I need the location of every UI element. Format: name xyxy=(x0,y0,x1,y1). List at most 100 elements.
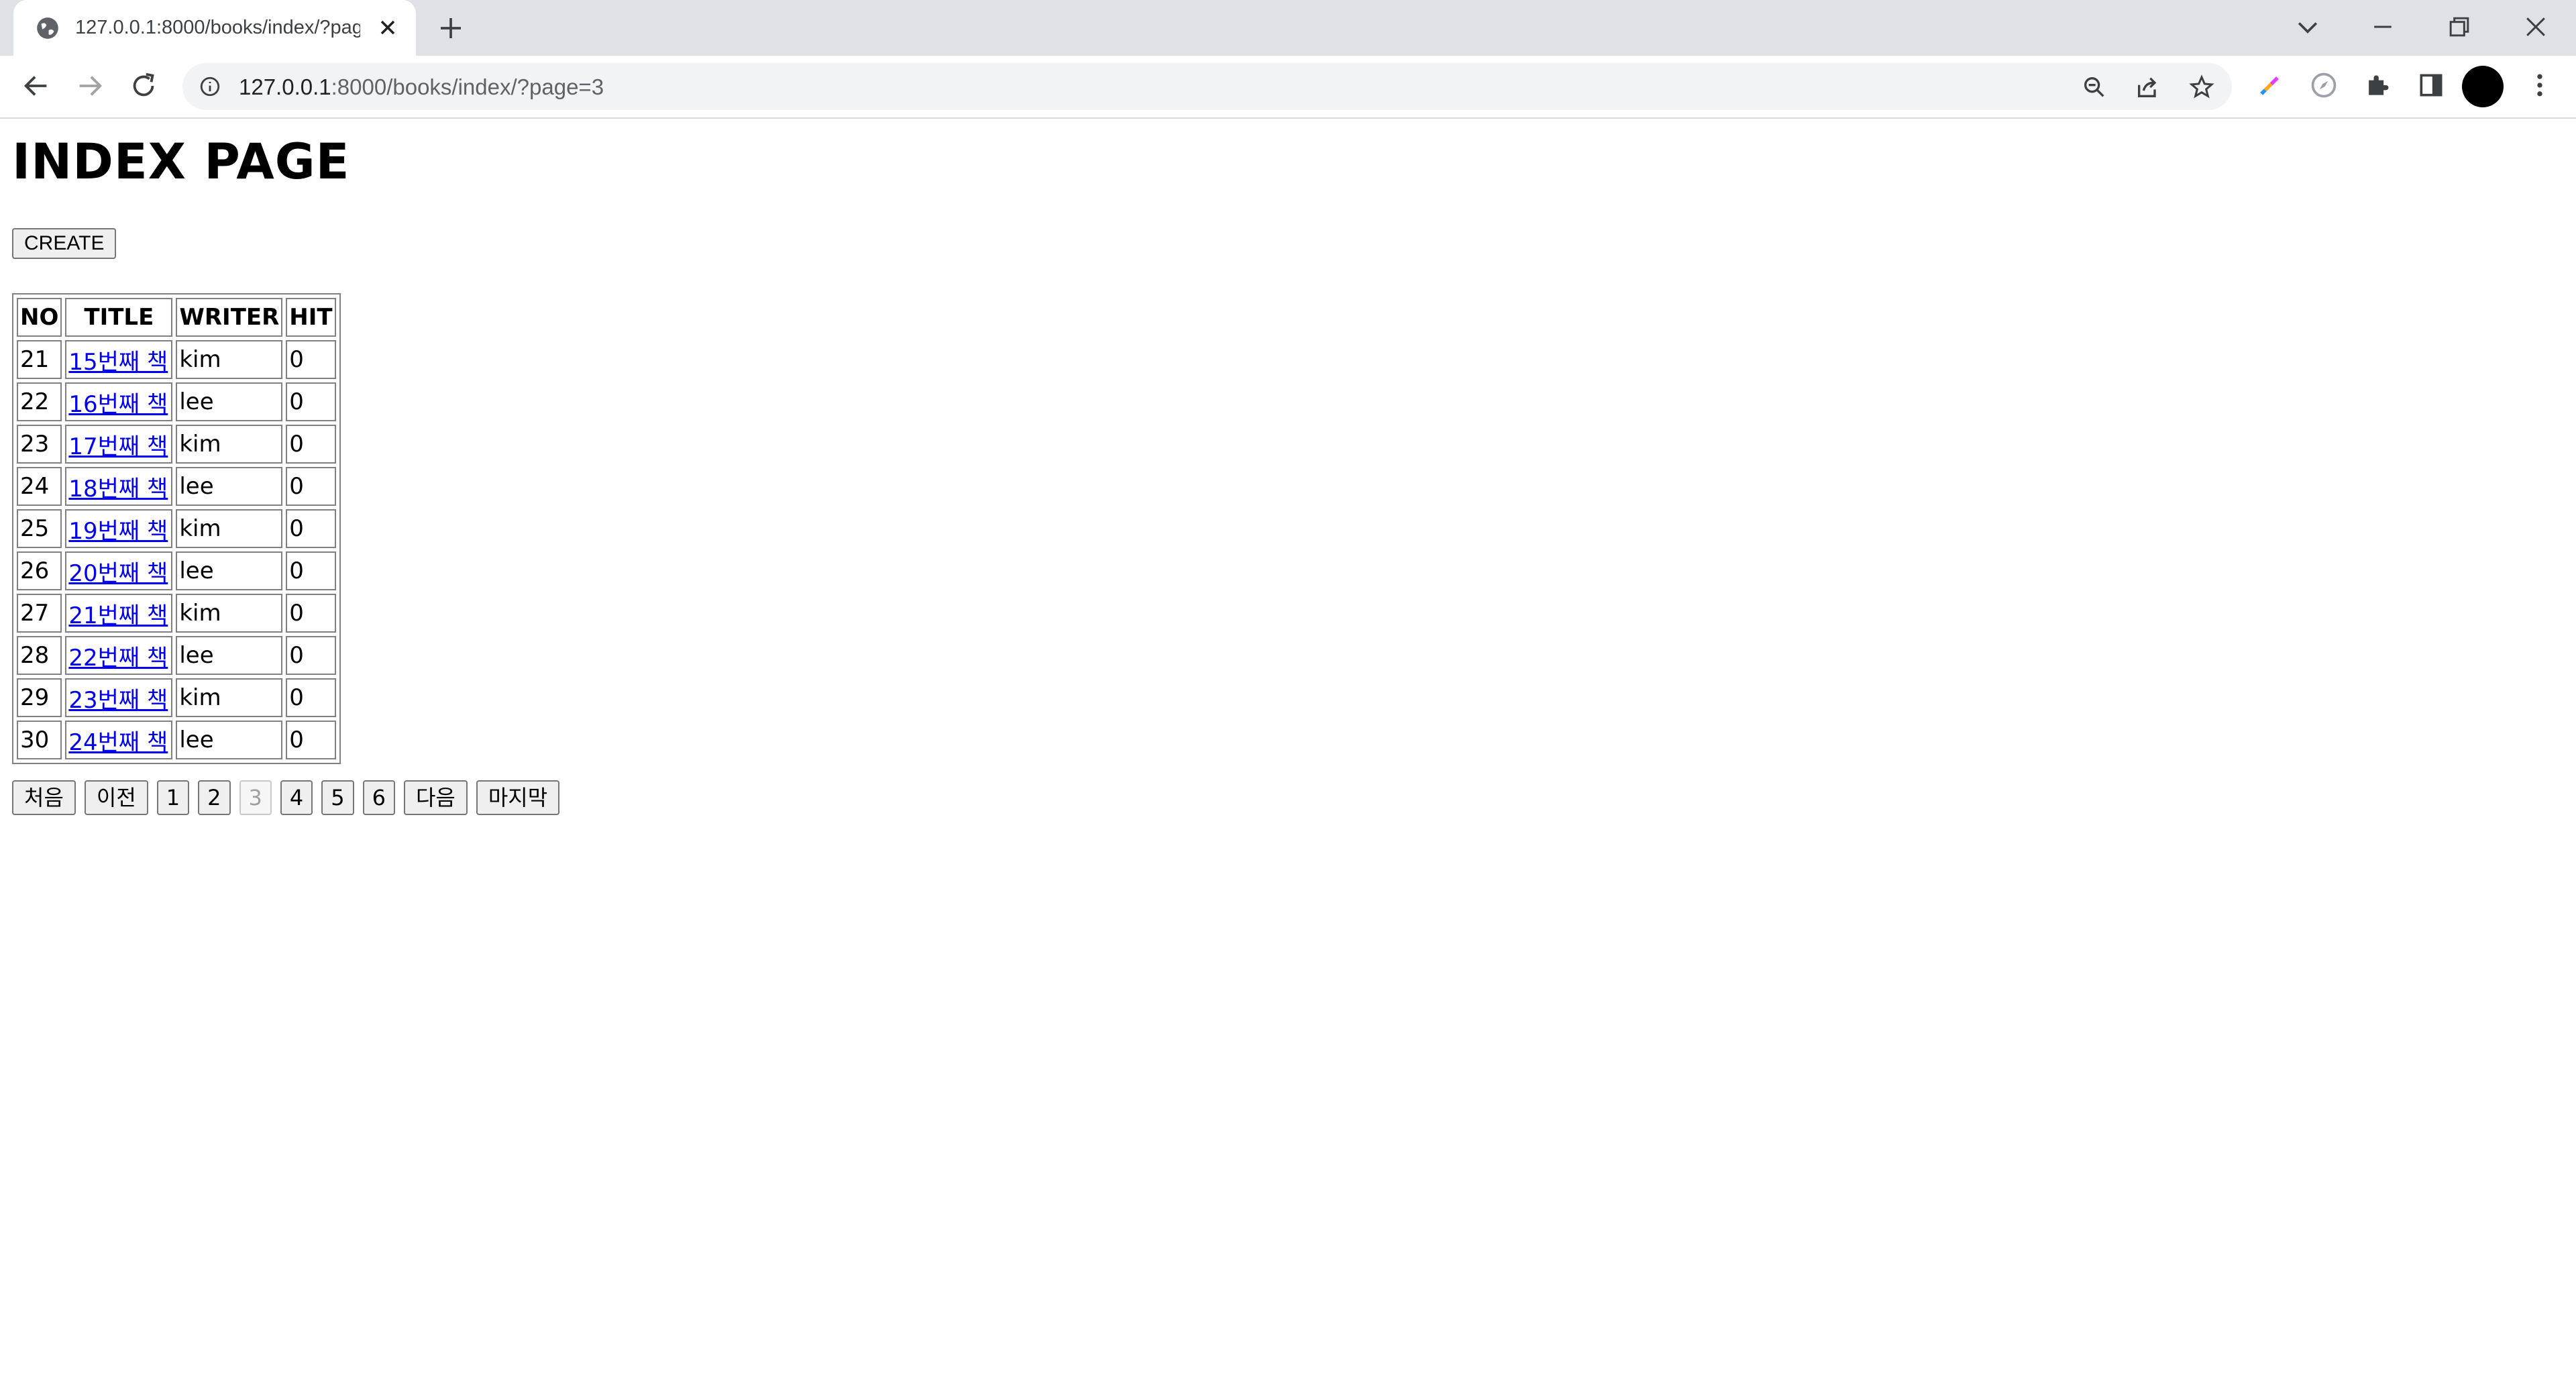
cell-writer: kim xyxy=(176,594,283,633)
last-page-button[interactable]: 마지막 xyxy=(476,780,560,815)
cell-title: 18번째 책 xyxy=(65,467,173,506)
table-row: 30 24번째 책 lee 0 xyxy=(17,721,336,759)
book-title-link[interactable]: 15번째 책 xyxy=(68,349,168,376)
column-header-no: NO xyxy=(17,298,62,337)
create-button[interactable]: CREATE xyxy=(12,228,117,259)
cell-writer: lee xyxy=(176,551,283,590)
cell-no: 26 xyxy=(17,551,62,590)
url-text[interactable]: 127.0.0.1:8000/books/index/?page=3 xyxy=(239,74,604,100)
side-panel-icon[interactable] xyxy=(2416,70,2446,100)
table-row: 26 20번째 책 lee 0 xyxy=(17,551,336,590)
cell-no: 22 xyxy=(17,382,62,421)
cell-hit: 0 xyxy=(286,425,336,464)
close-icon[interactable] xyxy=(376,15,400,40)
page-button-1[interactable]: 1 xyxy=(156,780,190,815)
column-header-writer: WRITER xyxy=(176,298,283,337)
info-icon[interactable] xyxy=(199,75,221,98)
books-table: NO TITLE WRITER HIT 21 15번째 책 kim 0 22 1… xyxy=(12,293,341,764)
cell-hit: 0 xyxy=(286,721,336,759)
page-button-6[interactable]: 6 xyxy=(362,780,395,815)
cell-no: 27 xyxy=(17,594,62,633)
book-title-link[interactable]: 21번째 책 xyxy=(68,602,168,629)
cell-writer: kim xyxy=(176,425,283,464)
cell-no: 25 xyxy=(17,509,62,548)
table-row: 23 17번째 책 kim 0 xyxy=(17,425,336,464)
star-icon[interactable] xyxy=(2188,74,2215,101)
book-title-link[interactable]: 20번째 책 xyxy=(68,560,168,587)
table-header-row: NO TITLE WRITER HIT xyxy=(17,298,336,337)
prev-page-button[interactable]: 이전 xyxy=(84,780,148,815)
page-content: INDEX PAGE CREATE NO TITLE WRITER HIT 21… xyxy=(0,119,2576,1382)
cell-title: 22번째 책 xyxy=(65,636,173,675)
cell-hit: 0 xyxy=(286,636,336,675)
close-window-icon[interactable] xyxy=(2521,12,2551,42)
color-picker-extension-icon[interactable] xyxy=(2255,70,2285,100)
column-header-hit: HIT xyxy=(286,298,336,337)
cell-title: 15번째 책 xyxy=(65,340,173,379)
page-title: INDEX PAGE xyxy=(12,134,350,191)
book-title-link[interactable]: 24번째 책 xyxy=(68,729,168,756)
plus-icon[interactable] xyxy=(437,15,464,42)
cell-title: 17번째 책 xyxy=(65,425,173,464)
cell-hit: 0 xyxy=(286,382,336,421)
zoom-icon[interactable] xyxy=(2081,74,2108,101)
page-button-4[interactable]: 4 xyxy=(280,780,313,815)
book-title-link[interactable]: 19번째 책 xyxy=(68,518,168,545)
reload-icon[interactable] xyxy=(128,70,159,101)
profile-avatar[interactable] xyxy=(2462,66,2504,107)
table-row: 27 21번째 책 kim 0 xyxy=(17,594,336,633)
page-button-current: 3 xyxy=(239,780,272,815)
first-page-button[interactable]: 처음 xyxy=(12,780,76,815)
tab-title: 127.0.0.1:8000/books/index/?page=3 xyxy=(75,17,360,38)
book-title-link[interactable]: 23번째 책 xyxy=(68,687,168,714)
cell-no: 28 xyxy=(17,636,62,675)
cell-writer: lee xyxy=(176,382,283,421)
book-title-link[interactable]: 17번째 책 xyxy=(68,433,168,460)
cell-hit: 0 xyxy=(286,340,336,379)
cell-hit: 0 xyxy=(286,551,336,590)
table-row: 25 19번째 책 kim 0 xyxy=(17,509,336,548)
table-row: 21 15번째 책 kim 0 xyxy=(17,340,336,379)
page-button-5[interactable]: 5 xyxy=(321,780,354,815)
tab-strip: 127.0.0.1:8000/books/index/?page=3 xyxy=(0,0,2576,56)
cell-title: 24번째 책 xyxy=(65,721,173,759)
cell-title: 19번째 책 xyxy=(65,509,173,548)
cell-hit: 0 xyxy=(286,678,336,717)
active-tab[interactable]: 127.0.0.1:8000/books/index/?page=3 xyxy=(13,0,416,56)
table-row: 22 16번째 책 lee 0 xyxy=(17,382,336,421)
table-row: 24 18번째 책 lee 0 xyxy=(17,467,336,506)
chevron-down-icon[interactable] xyxy=(2293,12,2322,42)
puzzle-icon[interactable] xyxy=(2363,70,2392,100)
compass-extension-icon[interactable] xyxy=(2309,70,2339,100)
cell-title: 20번째 책 xyxy=(65,551,173,590)
book-title-link[interactable]: 16번째 책 xyxy=(68,391,168,418)
cell-writer: kim xyxy=(176,509,283,548)
cell-hit: 0 xyxy=(286,467,336,506)
arrow-right-icon[interactable] xyxy=(74,70,105,101)
cell-writer: lee xyxy=(176,636,283,675)
next-page-button[interactable]: 다음 xyxy=(403,780,468,815)
share-icon[interactable] xyxy=(2135,74,2161,101)
restore-icon[interactable] xyxy=(2445,12,2474,42)
cell-no: 21 xyxy=(17,340,62,379)
address-bar[interactable]: 127.0.0.1:8000/books/index/?page=3 xyxy=(182,63,2232,110)
column-header-title: TITLE xyxy=(65,298,173,337)
cell-writer: lee xyxy=(176,721,283,759)
pagination: 처음 이전 1 2 3 4 5 6 다음 마지막 xyxy=(12,780,560,815)
book-title-link[interactable]: 18번째 책 xyxy=(68,476,168,502)
kebab-menu-icon[interactable] xyxy=(2525,70,2555,100)
cell-hit: 0 xyxy=(286,509,336,548)
cell-writer: kim xyxy=(176,340,283,379)
url-host: 127.0.0.1 xyxy=(239,74,331,99)
browser-toolbar: 127.0.0.1:8000/books/index/?page=3 xyxy=(0,56,2576,119)
table-row: 28 22번째 책 lee 0 xyxy=(17,636,336,675)
arrow-left-icon[interactable] xyxy=(21,70,52,101)
table-row: 29 23번째 책 kim 0 xyxy=(17,678,336,717)
page-button-2[interactable]: 2 xyxy=(198,780,231,815)
cell-no: 30 xyxy=(17,721,62,759)
cell-title: 16번째 책 xyxy=(65,382,173,421)
cell-no: 24 xyxy=(17,467,62,506)
cell-no: 29 xyxy=(17,678,62,717)
book-title-link[interactable]: 22번째 책 xyxy=(68,645,168,672)
minimize-icon[interactable] xyxy=(2368,12,2398,42)
